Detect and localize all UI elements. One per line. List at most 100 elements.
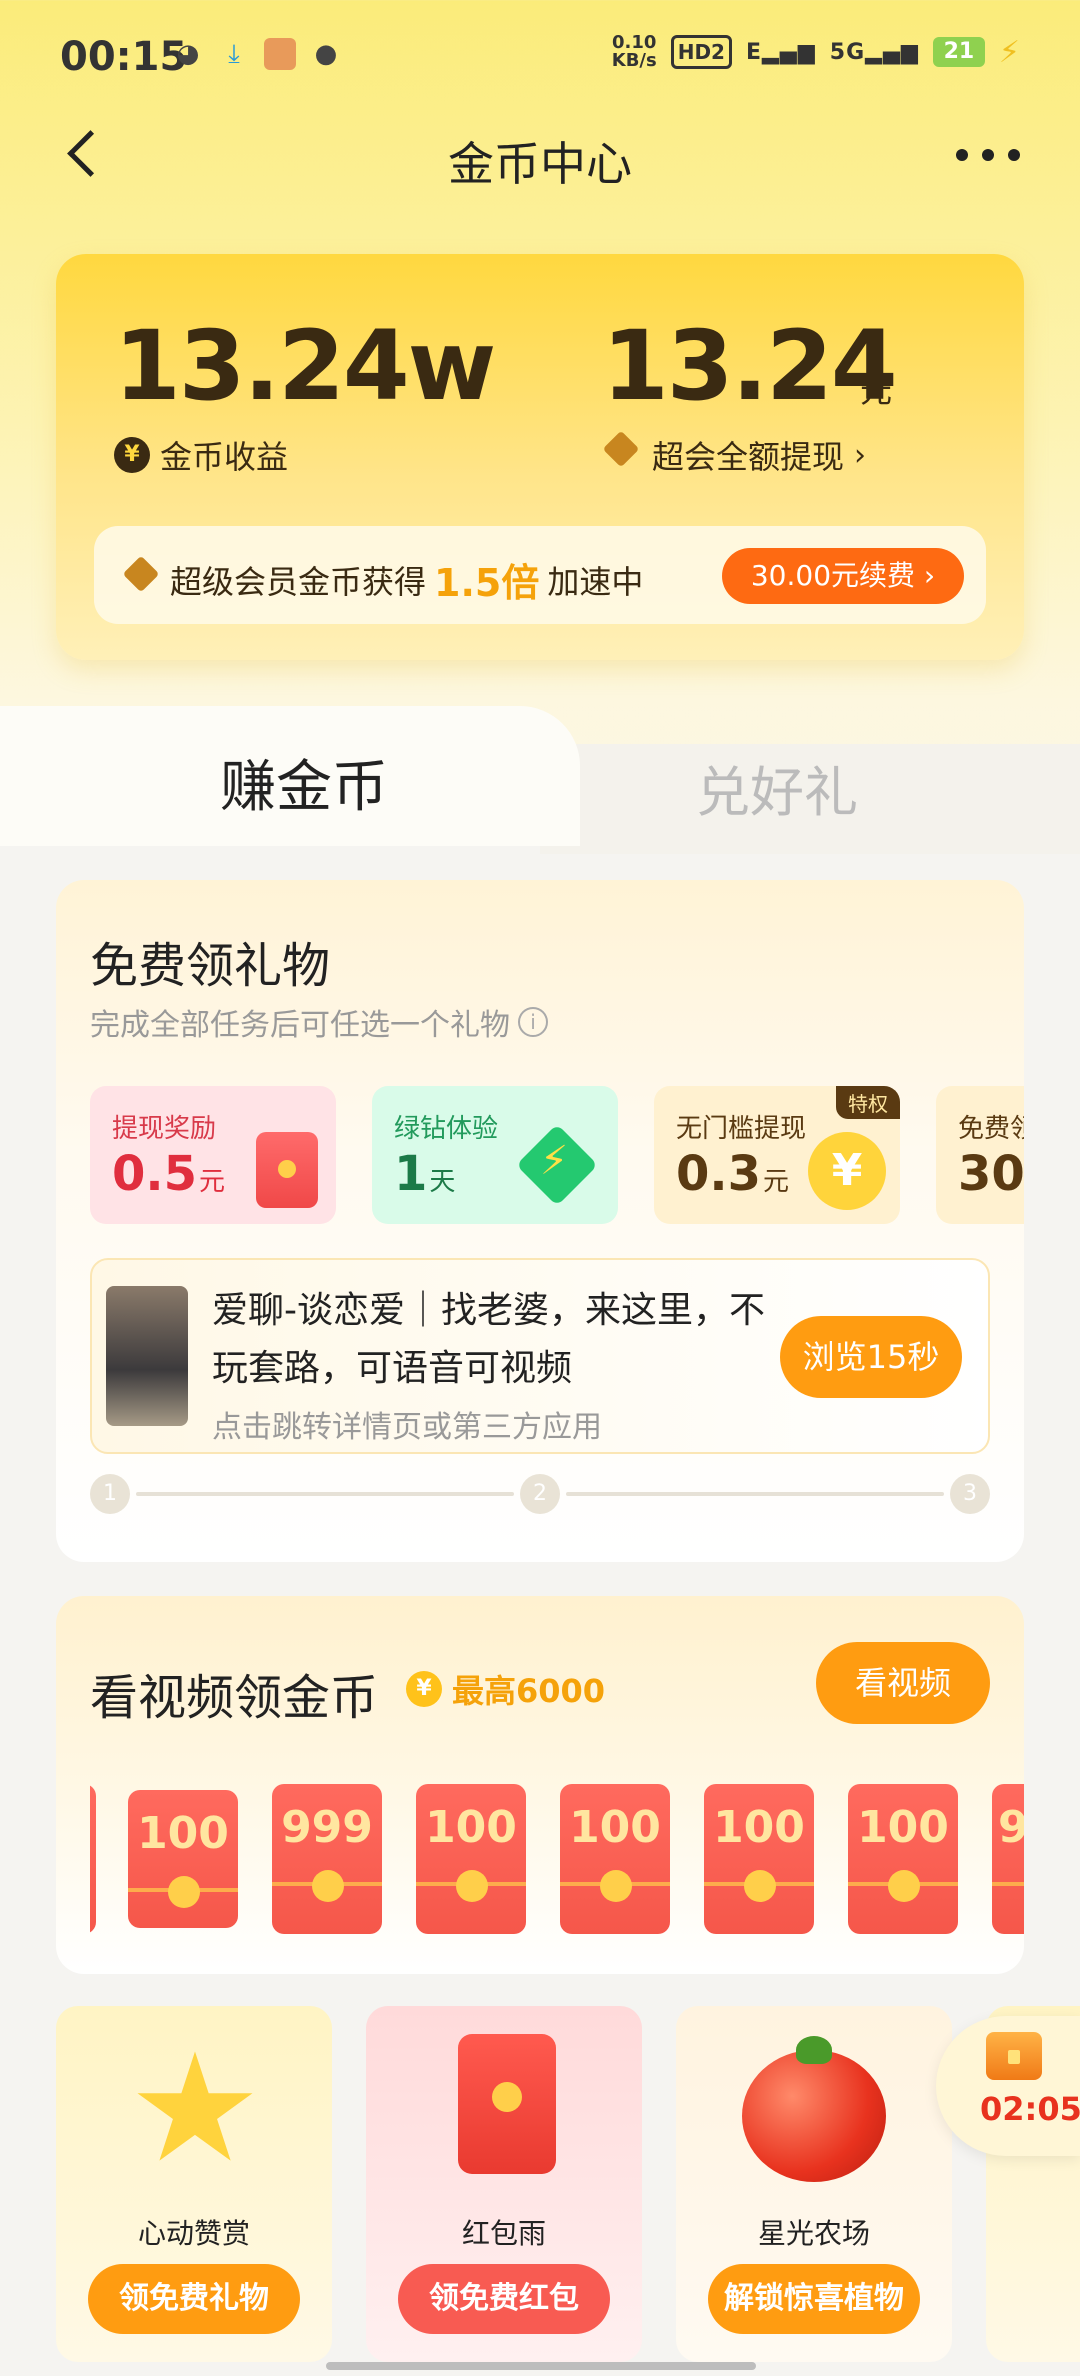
status-system-icons: 0.10 KB/s HD2 E▂▄▆ 5G▂▄▆ 21 ⚡ <box>612 34 1020 70</box>
activity-card-name: 星光农场 <box>757 2217 870 2250</box>
activity-card-name: 心动赞赏 <box>137 2217 250 2250</box>
signal-icon-sim1: E▂▄▆ <box>745 39 816 65</box>
balance-card: 13.24w ¥ 金币收益 13.24 元 超会全额提现 › 超级会员金币获得 … <box>56 254 1024 660</box>
reward-value-number: 300 <box>958 1146 1024 1202</box>
tomato-icon <box>742 2036 886 2182</box>
coin-balance-label[interactable]: ¥ 金币收益 <box>114 432 288 478</box>
reward-packet[interactable]: 100 <box>704 1784 814 1934</box>
home-indicator[interactable] <box>326 2362 756 2370</box>
download-icon: ⤓ <box>228 38 240 69</box>
renew-button[interactable]: 30.00元续费 › <box>722 548 964 604</box>
reward-packet[interactable] <box>90 1784 96 1934</box>
reward-name: 提现奖励 <box>112 1114 217 1144</box>
member-text-after: 加速中 <box>547 562 644 601</box>
app-avatar-icon <box>264 38 296 70</box>
packet-value: 100 <box>713 1802 805 1853</box>
packet-value: 100 <box>425 1802 517 1853</box>
member-text-before: 超级会员金币获得 <box>170 562 427 601</box>
ad-thumbnail <box>106 1286 188 1426</box>
step-dot: 3 <box>950 1474 990 1514</box>
star-mascot-icon: ★ <box>127 2022 263 2196</box>
free-gift-subtitle: 完成全部任务后可任选一个礼物 i <box>90 1000 548 1044</box>
reward-packet[interactable]: 100 <box>416 1784 526 1934</box>
reward-value: 0.5元 <box>112 1146 225 1202</box>
chat-bubble-icon: ● <box>314 39 338 69</box>
unlock-plant-button[interactable]: 解锁惊喜植物 <box>708 2264 920 2334</box>
globe-icon: ◕ <box>176 39 200 69</box>
browse-button[interactable]: 浏览15秒 <box>780 1316 962 1398</box>
floating-treasure-timer[interactable]: 02:05 <box>936 2016 1080 2156</box>
coin-balance-value: 13.24w <box>114 310 496 422</box>
activity-card-red-packet-rain[interactable]: 红包雨 领免费红包 <box>366 2006 642 2362</box>
coin-icon: ¥ <box>808 1132 886 1210</box>
ad-title: 爱聊-谈恋爱｜找老婆，来这里，不玩套路，可语音可视频 <box>212 1290 765 1389</box>
member-boost-text: 超级会员金币获得 1.5倍 加速中 <box>122 552 643 607</box>
tab-redeem-gifts[interactable]: 兑好礼 <box>696 748 858 827</box>
task-progress: 1 2 3 <box>90 1474 990 1514</box>
chevron-right-icon: › <box>854 437 867 473</box>
activity-cards: ★ 心动赞赏 领免费礼物 红包雨 领免费红包 星光农场 解锁惊喜植物 <box>56 2006 1080 2376</box>
green-diamond-icon <box>514 1122 600 1208</box>
reward-name: 无门槛提现 <box>676 1114 807 1144</box>
activity-card-heart-reward[interactable]: ★ 心动赞赏 领免费礼物 <box>56 2006 332 2362</box>
coin-balance-label-text: 金币收益 <box>160 438 289 476</box>
info-icon[interactable]: i <box>518 1007 548 1037</box>
tab-bar: 赚金币 兑好礼 <box>0 706 1080 854</box>
status-time: 00:15 <box>60 34 188 80</box>
reward-item[interactable]: 提现奖励 0.5元 <box>90 1086 336 1224</box>
more-options-icon[interactable] <box>956 130 1020 180</box>
reward-item[interactable]: 无门槛提现 0.3元 ¥ 特权 <box>654 1086 900 1224</box>
red-packet-icon <box>256 1132 318 1208</box>
tab-earn-coins[interactable]: 赚金币 <box>220 742 388 823</box>
activity-card-name: 红包雨 <box>461 2217 546 2250</box>
cash-unit: 元 <box>860 372 893 410</box>
reward-item[interactable]: 绿钻体验 1天 <box>372 1086 618 1224</box>
watch-video-card: 看视频领金币 ¥ 最高6000 看视频 100 999 100 100 100 … <box>56 1596 1024 1974</box>
ad-task-box[interactable]: 爱聊-谈恋爱｜找老婆，来这里，不玩套路，可语音可视频 点击跳转详情页或第三方应用… <box>90 1258 990 1454</box>
cash-balance-value: 13.24 <box>602 310 898 422</box>
reward-packet[interactable]: 9 <box>992 1784 1024 1934</box>
activity-card-star-farm[interactable]: 星光农场 解锁惊喜植物 <box>676 2006 952 2362</box>
reward-list: 提现奖励 0.5元 绿钻体验 1天 无门槛提现 0.3元 ¥ 特权 免费领 30… <box>90 1086 1024 1224</box>
reward-packet[interactable]: 100 <box>128 1790 238 1928</box>
reward-value-number: 0.3 <box>676 1146 762 1202</box>
get-free-gift-button[interactable]: 领免费礼物 <box>88 2264 300 2334</box>
page-title: 金币中心 <box>448 137 632 191</box>
reward-unit: 天 <box>429 1167 456 1197</box>
max-reward-text: 最高6000 <box>452 1672 606 1710</box>
reward-value: 1天 <box>394 1146 455 1202</box>
signal1-label: E <box>745 39 763 65</box>
watch-video-title: 看视频领金币 <box>90 1670 379 1726</box>
reward-value-number: 0.5 <box>112 1146 198 1202</box>
renew-button-label: 30.00元续费 <box>750 559 916 592</box>
withdraw-link[interactable]: 超会全额提现 › <box>602 432 866 478</box>
yen-coin-icon: ¥ <box>406 1671 442 1707</box>
yen-coin-icon: ¥ <box>114 437 150 473</box>
free-gift-card: 免费领礼物 完成全部任务后可任选一个礼物 i 提现奖励 0.5元 绿钻体验 1天… <box>56 880 1024 1562</box>
member-multiplier: 1.5倍 <box>434 561 540 605</box>
countdown-timer: 02:05 <box>980 2090 1080 2128</box>
packet-value: 100 <box>857 1802 949 1853</box>
reward-packet[interactable]: 999 <box>272 1784 382 1934</box>
reward-name: 绿钻体验 <box>394 1114 499 1144</box>
packet-value: 9 <box>998 1802 1024 1853</box>
get-red-packet-button[interactable]: 领免费红包 <box>398 2264 610 2334</box>
app-header: 金币中心 <box>0 110 1080 200</box>
vip-diamond-icon <box>602 440 642 470</box>
ad-subtitle: 点击跳转详情页或第三方应用 <box>212 1410 602 1445</box>
treasure-chest-icon <box>986 2032 1042 2080</box>
hd-icon: HD2 <box>670 35 732 69</box>
free-gift-subtitle-text: 完成全部任务后可任选一个礼物 <box>90 1008 510 1043</box>
reward-packet[interactable]: 100 <box>560 1784 670 1934</box>
reward-item[interactable]: 免费领 300 <box>936 1086 1024 1224</box>
status-bar: 00:15 ◕ ⤓ ● 0.10 KB/s HD2 E▂▄▆ 5G▂▄▆ 21 … <box>0 0 1080 110</box>
withdraw-link-text: 超会全额提现 <box>652 438 845 476</box>
video-reward-packets: 100 999 100 100 100 100 9 <box>90 1784 1024 1940</box>
reward-value-number: 1 <box>394 1146 428 1202</box>
net-speed-unit: KB/s <box>611 50 657 71</box>
packet-value: 100 <box>137 1808 229 1859</box>
watch-video-button[interactable]: 看视频 <box>816 1642 990 1724</box>
reward-unit: 元 <box>199 1167 226 1197</box>
member-boost-strip: 超级会员金币获得 1.5倍 加速中 30.00元续费 › <box>94 526 986 624</box>
reward-packet[interactable]: 100 <box>848 1784 958 1934</box>
